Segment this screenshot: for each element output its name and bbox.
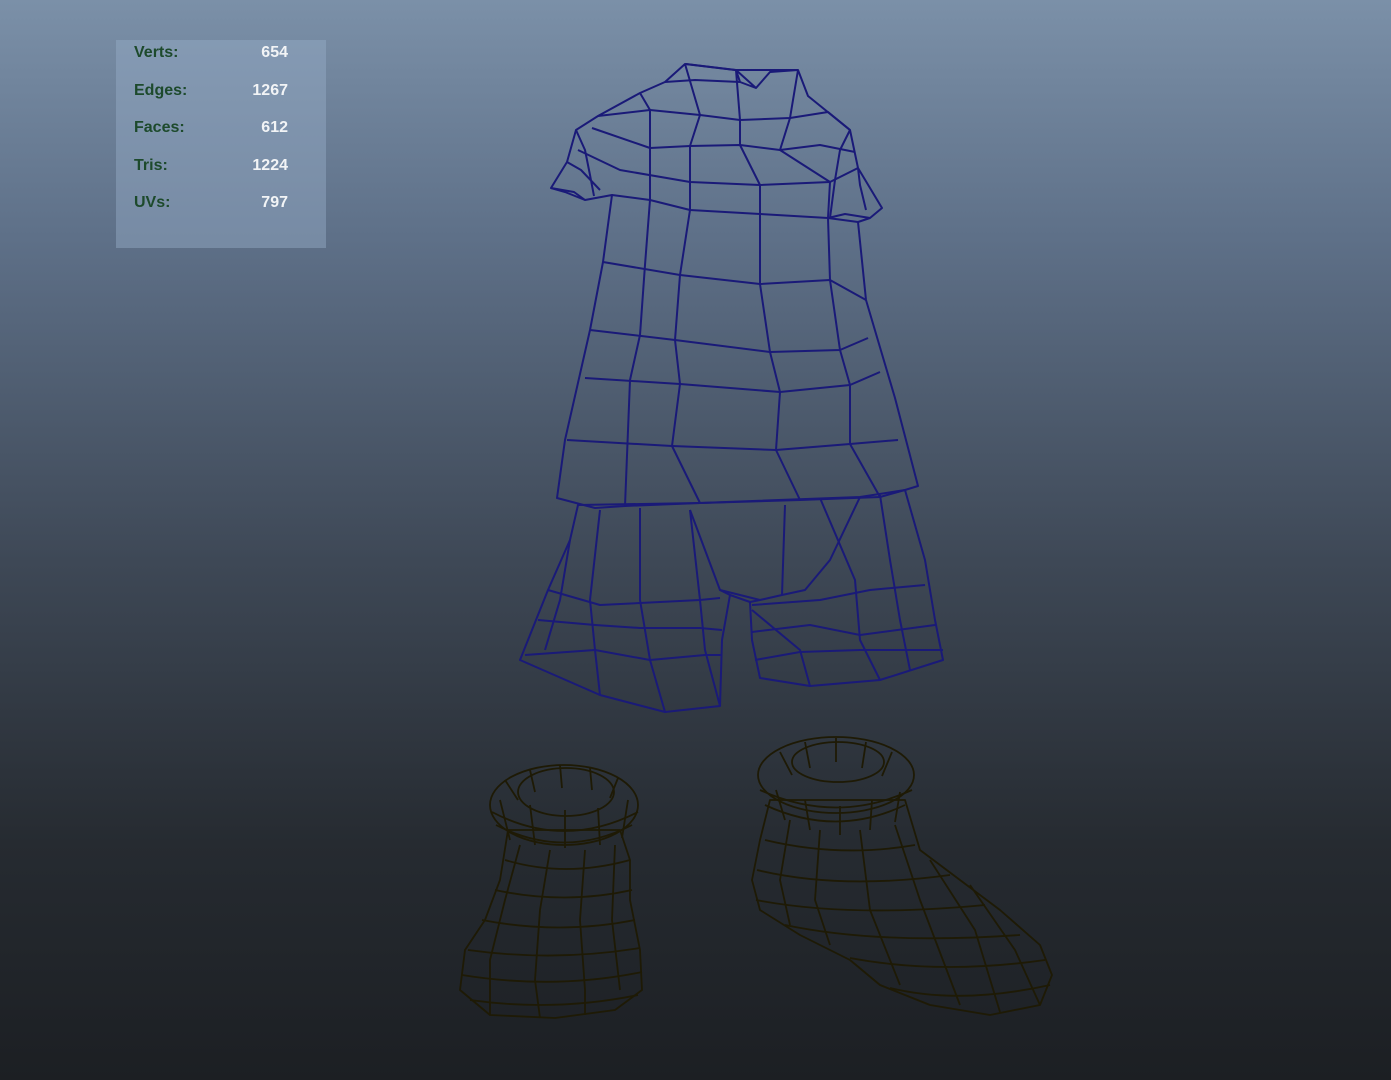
shirt-mesh[interactable] xyxy=(550,63,919,509)
left-boot-mesh[interactable] xyxy=(459,764,643,1019)
right-boot-mesh[interactable] xyxy=(751,736,1053,1016)
scene-canvas[interactable] xyxy=(0,0,1391,1080)
shorts-mesh[interactable] xyxy=(519,489,944,713)
viewport-3d[interactable]: Verts: 654 Edges: 1267 Faces: 612 Tris: … xyxy=(0,0,1391,1080)
